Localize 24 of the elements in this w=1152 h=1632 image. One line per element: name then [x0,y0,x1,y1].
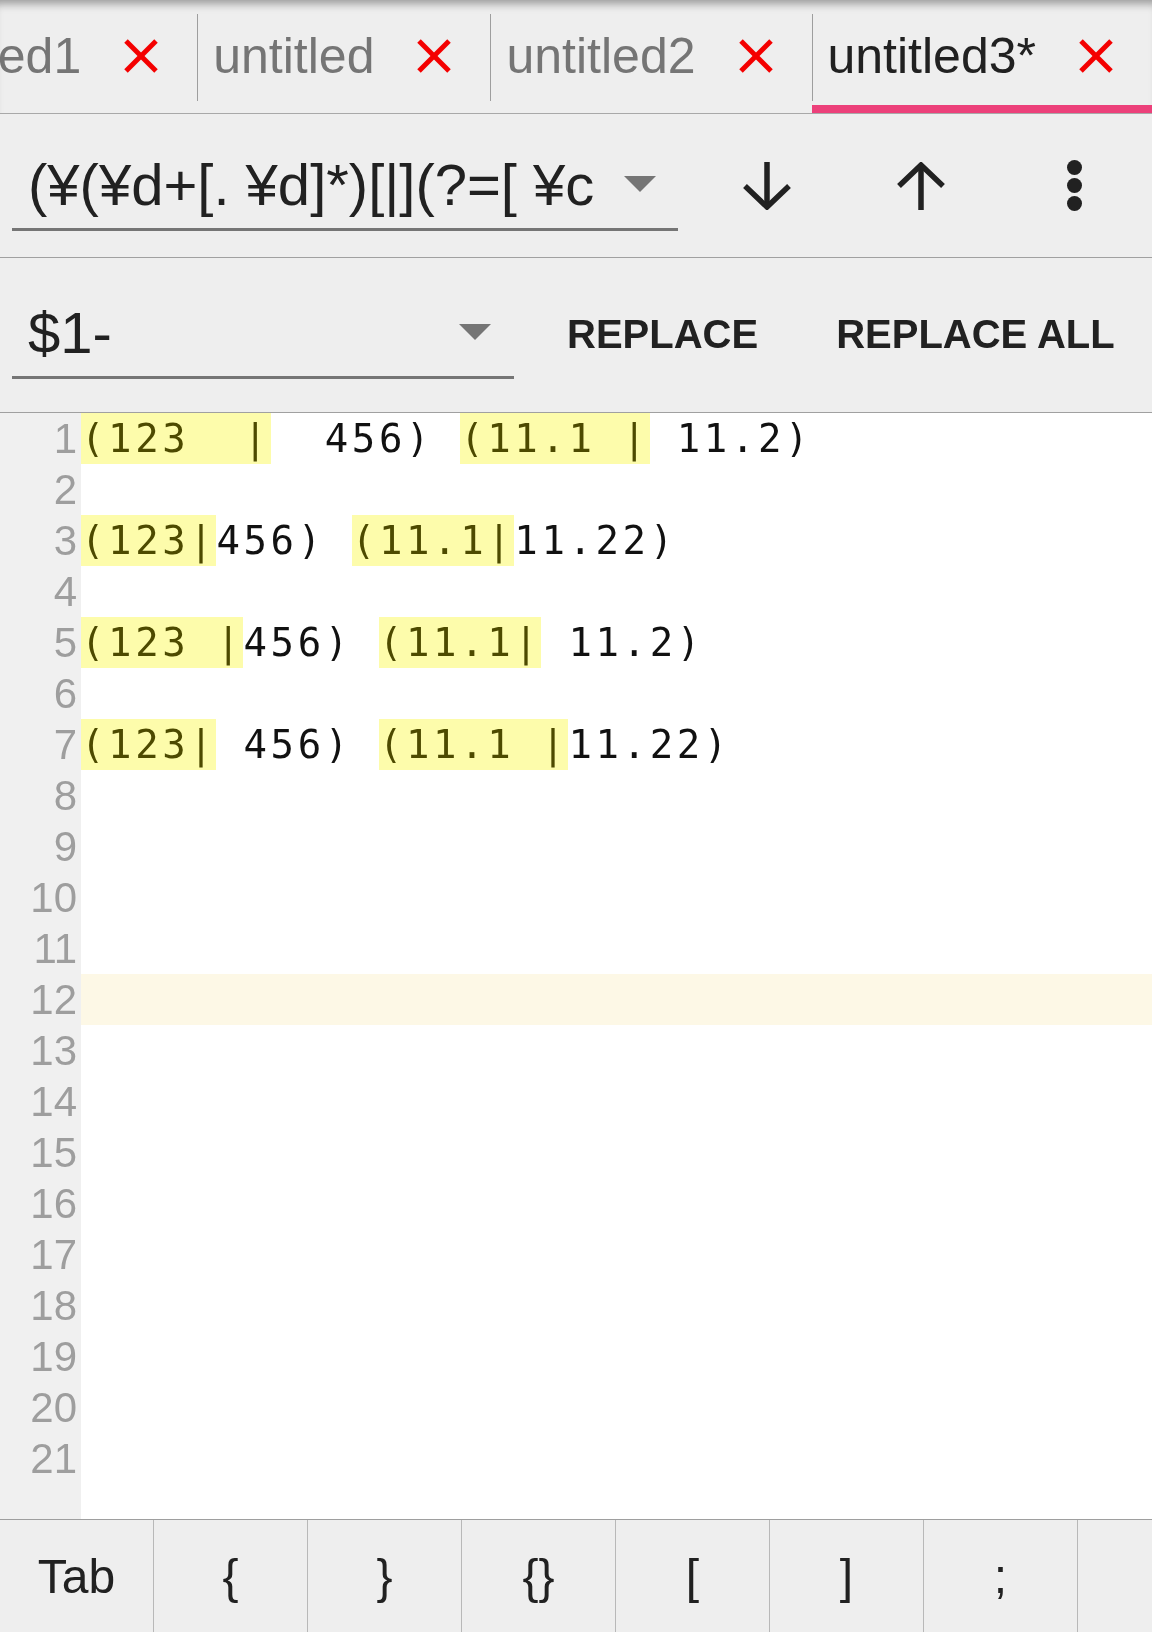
code-line: (123|456) (11.1|11.22) [81,515,677,566]
replace-field[interactable]: $1- [12,288,514,379]
editor-tab[interactable]: ed1 [0,0,198,113]
key-button[interactable]: { [154,1520,308,1632]
key-button[interactable]: Tab [0,1520,154,1632]
more-menu-icon[interactable] [1067,160,1082,211]
close-icon[interactable] [416,37,453,74]
replace-button[interactable]: REPLACE [555,294,771,374]
close-icon[interactable] [737,37,774,74]
key-button[interactable]: {} [462,1520,616,1632]
key-button[interactable]: } [308,1520,462,1632]
editor-tab[interactable]: untitled2 [490,0,812,113]
dropdown-caret-icon[interactable] [624,176,656,192]
code-line: (123 | 456) (11.1 | 11.2) [81,413,813,464]
editor-tab[interactable]: untitled [197,0,491,113]
dropdown-caret-icon[interactable] [459,324,491,340]
close-icon[interactable] [1078,37,1114,74]
key-button[interactable]: [ [616,1520,770,1632]
code-line: (123 |456) (11.1| 11.2) [81,617,704,668]
key-button[interactable]: ; [924,1520,1078,1632]
close-icon[interactable] [123,37,160,74]
key-button[interactable]: ] [770,1520,924,1632]
replace-button[interactable]: REPLACE ALL [824,294,1127,374]
code-line: (123| 456) (11.1 |11.22) [81,719,731,770]
